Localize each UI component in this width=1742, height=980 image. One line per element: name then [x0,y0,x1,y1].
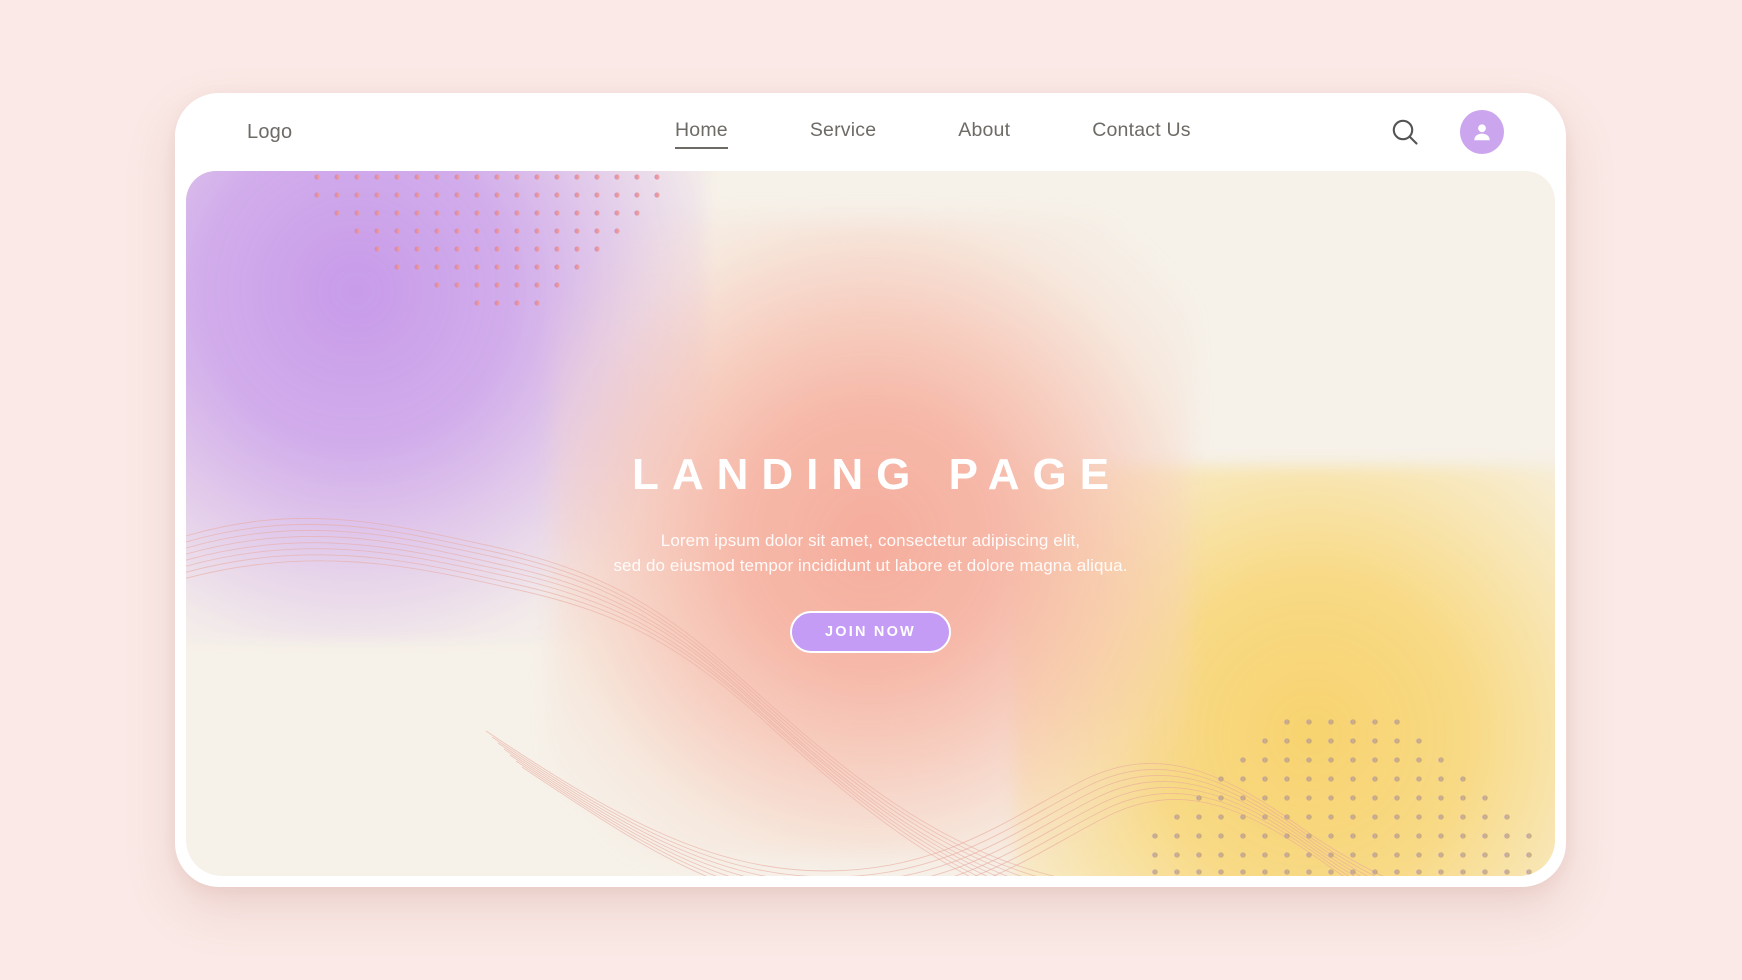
hero-subtitle-line-1: Lorem ipsum dolor sit amet, consectetur … [660,531,1081,551]
nav-item-about[interactable]: About [958,115,1010,149]
hero-canvas: LANDING PAGE Lorem ipsum dolor sit amet,… [186,171,1555,876]
hero-subtitle-line-2: sed do eiusmod tempor incididunt ut labo… [613,556,1128,576]
hero-content: LANDING PAGE Lorem ipsum dolor sit amet,… [186,450,1555,653]
nav-links: Home Service About Contact Us [675,115,1191,149]
hero-subtitle: Lorem ipsum dolor sit amet, consectetur … [186,529,1555,578]
dot-grid-pyramid-icon [1152,719,1532,875]
nav-item-home[interactable]: Home [675,115,728,149]
search-icon[interactable] [1390,117,1420,147]
join-now-button[interactable]: JOIN NOW [790,610,951,653]
user-icon [1474,124,1490,141]
browser-frame: Logo Home Service About Contact Us LANDI… [175,93,1566,887]
dot-grid-triangle-icon [314,174,660,306]
nav-actions [1390,110,1504,154]
logo[interactable]: Logo [247,121,292,144]
nav-item-service[interactable]: Service [810,115,876,149]
nav-item-contact-us[interactable]: Contact Us [1092,115,1190,149]
avatar[interactable] [1460,110,1504,154]
top-navigation-bar: Logo Home Service About Contact Us [175,93,1566,171]
page-title: LANDING PAGE [631,450,1123,499]
